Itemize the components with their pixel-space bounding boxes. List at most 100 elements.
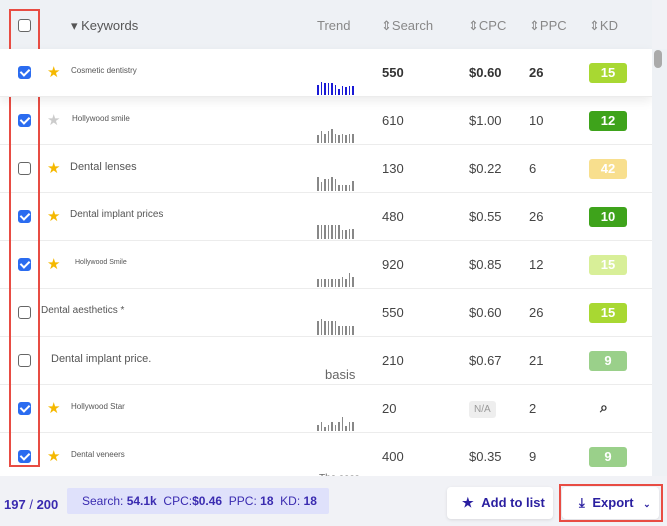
trend-bar xyxy=(317,176,319,191)
search-volume: 550 xyxy=(382,65,404,80)
trend-bar xyxy=(331,421,333,431)
trend-bar xyxy=(317,320,319,335)
ppc-value: 26 xyxy=(529,65,544,80)
row-checkbox[interactable] xyxy=(18,450,31,463)
chevron-down-icon: ⌄ xyxy=(643,499,651,509)
trend-header: Trend xyxy=(317,18,351,33)
download-icon: ⤓ xyxy=(579,495,585,510)
select-all-checkbox[interactable] xyxy=(18,19,31,32)
trend-bar xyxy=(345,135,347,143)
trend-bar xyxy=(352,421,354,431)
trend-bar xyxy=(341,325,343,335)
row-checkbox[interactable] xyxy=(18,306,31,319)
row-checkbox[interactable] xyxy=(18,354,31,367)
row-checkbox[interactable] xyxy=(18,402,31,415)
ppc-value: 10 xyxy=(529,113,544,128)
keyword-text[interactable]: Hollywood smile xyxy=(72,114,130,123)
add-to-list-button[interactable]: ★ Add to list xyxy=(447,487,553,519)
keyword-text[interactable]: Dental implant price. xyxy=(51,353,151,365)
search-icon[interactable]: ⌕ xyxy=(600,399,608,416)
star-icon[interactable]: ★ xyxy=(47,111,60,129)
search-volume: 20 xyxy=(382,401,397,416)
trend-bar xyxy=(327,224,329,239)
keyword-text[interactable]: Dental veneers xyxy=(71,450,125,459)
row-checkbox[interactable] xyxy=(18,114,31,127)
ppc-value: 2 xyxy=(529,401,537,416)
row-checkbox[interactable] xyxy=(18,162,31,175)
cpc-value: $0.35 xyxy=(469,449,502,464)
cpc-value: $0.22 xyxy=(469,161,502,176)
overlay-text: basis xyxy=(325,367,356,382)
table-row[interactable]: Dental aesthetics * 550 $0.60 26 15 xyxy=(0,289,652,337)
scrollbar-thumb[interactable] xyxy=(654,50,662,68)
table-row[interactable]: ★Dental veneersThe sass400$0.3599 xyxy=(0,433,652,476)
cpc-value: $0.60 xyxy=(469,305,502,320)
trend-bar xyxy=(352,228,354,239)
keyword-text[interactable]: Dental lenses xyxy=(70,161,137,173)
sort-search[interactable]: ⇕Search xyxy=(381,18,433,34)
trend-bar xyxy=(320,224,322,239)
sort-kd[interactable]: ⇕KD xyxy=(589,18,618,34)
sort-keywords[interactable]: ▾ Keywords xyxy=(71,18,138,34)
trend-bar xyxy=(341,276,343,287)
star-icon[interactable]: ★ xyxy=(47,207,60,225)
star-icon[interactable]: ★ xyxy=(47,159,60,177)
kd-badge: 15 xyxy=(589,63,627,83)
trend-bar xyxy=(341,184,343,191)
trend-bar xyxy=(317,135,319,143)
trend-bar xyxy=(334,179,336,191)
table-row[interactable]: ★ Dental lenses 130 $0.22 6 42 xyxy=(0,145,652,193)
table-row[interactable]: ★ Cosmetic dentistry 550 $0.60 26 15 xyxy=(0,49,652,97)
trend-sparkline xyxy=(317,79,354,95)
trend-bar xyxy=(331,128,333,143)
trend-bar xyxy=(334,279,336,287)
trend-bar xyxy=(352,133,354,143)
trend-bar xyxy=(331,176,333,191)
keyword-text[interactable]: Dental aesthetics * xyxy=(41,305,124,316)
export-button[interactable]: ⤓ Export ⌄ xyxy=(562,487,659,519)
row-checkbox[interactable] xyxy=(18,210,31,223)
trend-bar xyxy=(320,421,322,431)
star-icon[interactable]: ★ xyxy=(47,63,60,81)
sort-cpc[interactable]: ⇕CPC xyxy=(468,18,506,34)
trend-bar xyxy=(317,279,319,287)
trend-bar xyxy=(348,133,350,143)
row-checkbox[interactable] xyxy=(18,66,31,79)
kd-badge: 12 xyxy=(589,111,627,131)
trend-bar xyxy=(320,181,322,191)
trend-bar xyxy=(327,320,329,335)
search-volume: 550 xyxy=(382,305,404,320)
trend-sparkline xyxy=(317,175,354,191)
table-row[interactable]: ★ Hollywood Star 20 N/A 2 ⌕ xyxy=(0,385,652,433)
table-row[interactable]: ★ Hollywood smile 610 $1.00 10 12 xyxy=(0,97,652,145)
star-icon[interactable]: ★ xyxy=(47,447,60,465)
keyword-text[interactable]: Cosmetic dentistry xyxy=(71,66,137,75)
keyword-text[interactable]: Hollywood Star xyxy=(71,402,125,411)
kd-badge: 15 xyxy=(589,255,627,275)
search-volume: 210 xyxy=(382,353,404,368)
cpc-value: $0.60 xyxy=(469,65,502,80)
ppc-value: 12 xyxy=(529,257,544,272)
trend-bar xyxy=(348,228,350,239)
kd-badge: 10 xyxy=(589,207,627,227)
star-icon[interactable]: ★ xyxy=(47,255,60,273)
ppc-value: 21 xyxy=(529,353,544,368)
cpc-header: CPC xyxy=(478,18,507,33)
scrollbar[interactable] xyxy=(652,49,667,476)
kd-badge: 42 xyxy=(589,159,627,179)
trend-bar xyxy=(327,131,329,143)
row-checkbox[interactable] xyxy=(18,258,31,271)
keyword-text[interactable]: Dental implant prices xyxy=(70,209,163,220)
trend-bar xyxy=(341,416,343,431)
table-row[interactable]: Dental implant price. basis 210 $0.67 21 9 xyxy=(0,337,652,385)
trend-bar xyxy=(348,85,350,95)
table-row[interactable]: ★ Hollywood Smile 920 $0.85 12 15 xyxy=(0,241,652,289)
trend-bar xyxy=(352,276,354,287)
trend-bar xyxy=(331,279,333,287)
sort-ppc[interactable]: ⇕PPC xyxy=(529,18,567,34)
keyword-text[interactable]: Hollywood Smile xyxy=(75,259,127,266)
star-icon[interactable]: ★ xyxy=(47,399,60,417)
table-row[interactable]: ★ Dental implant prices 480 $0.55 26 10 xyxy=(0,193,652,241)
trend-bar xyxy=(320,82,322,95)
trend-bar xyxy=(320,319,322,335)
